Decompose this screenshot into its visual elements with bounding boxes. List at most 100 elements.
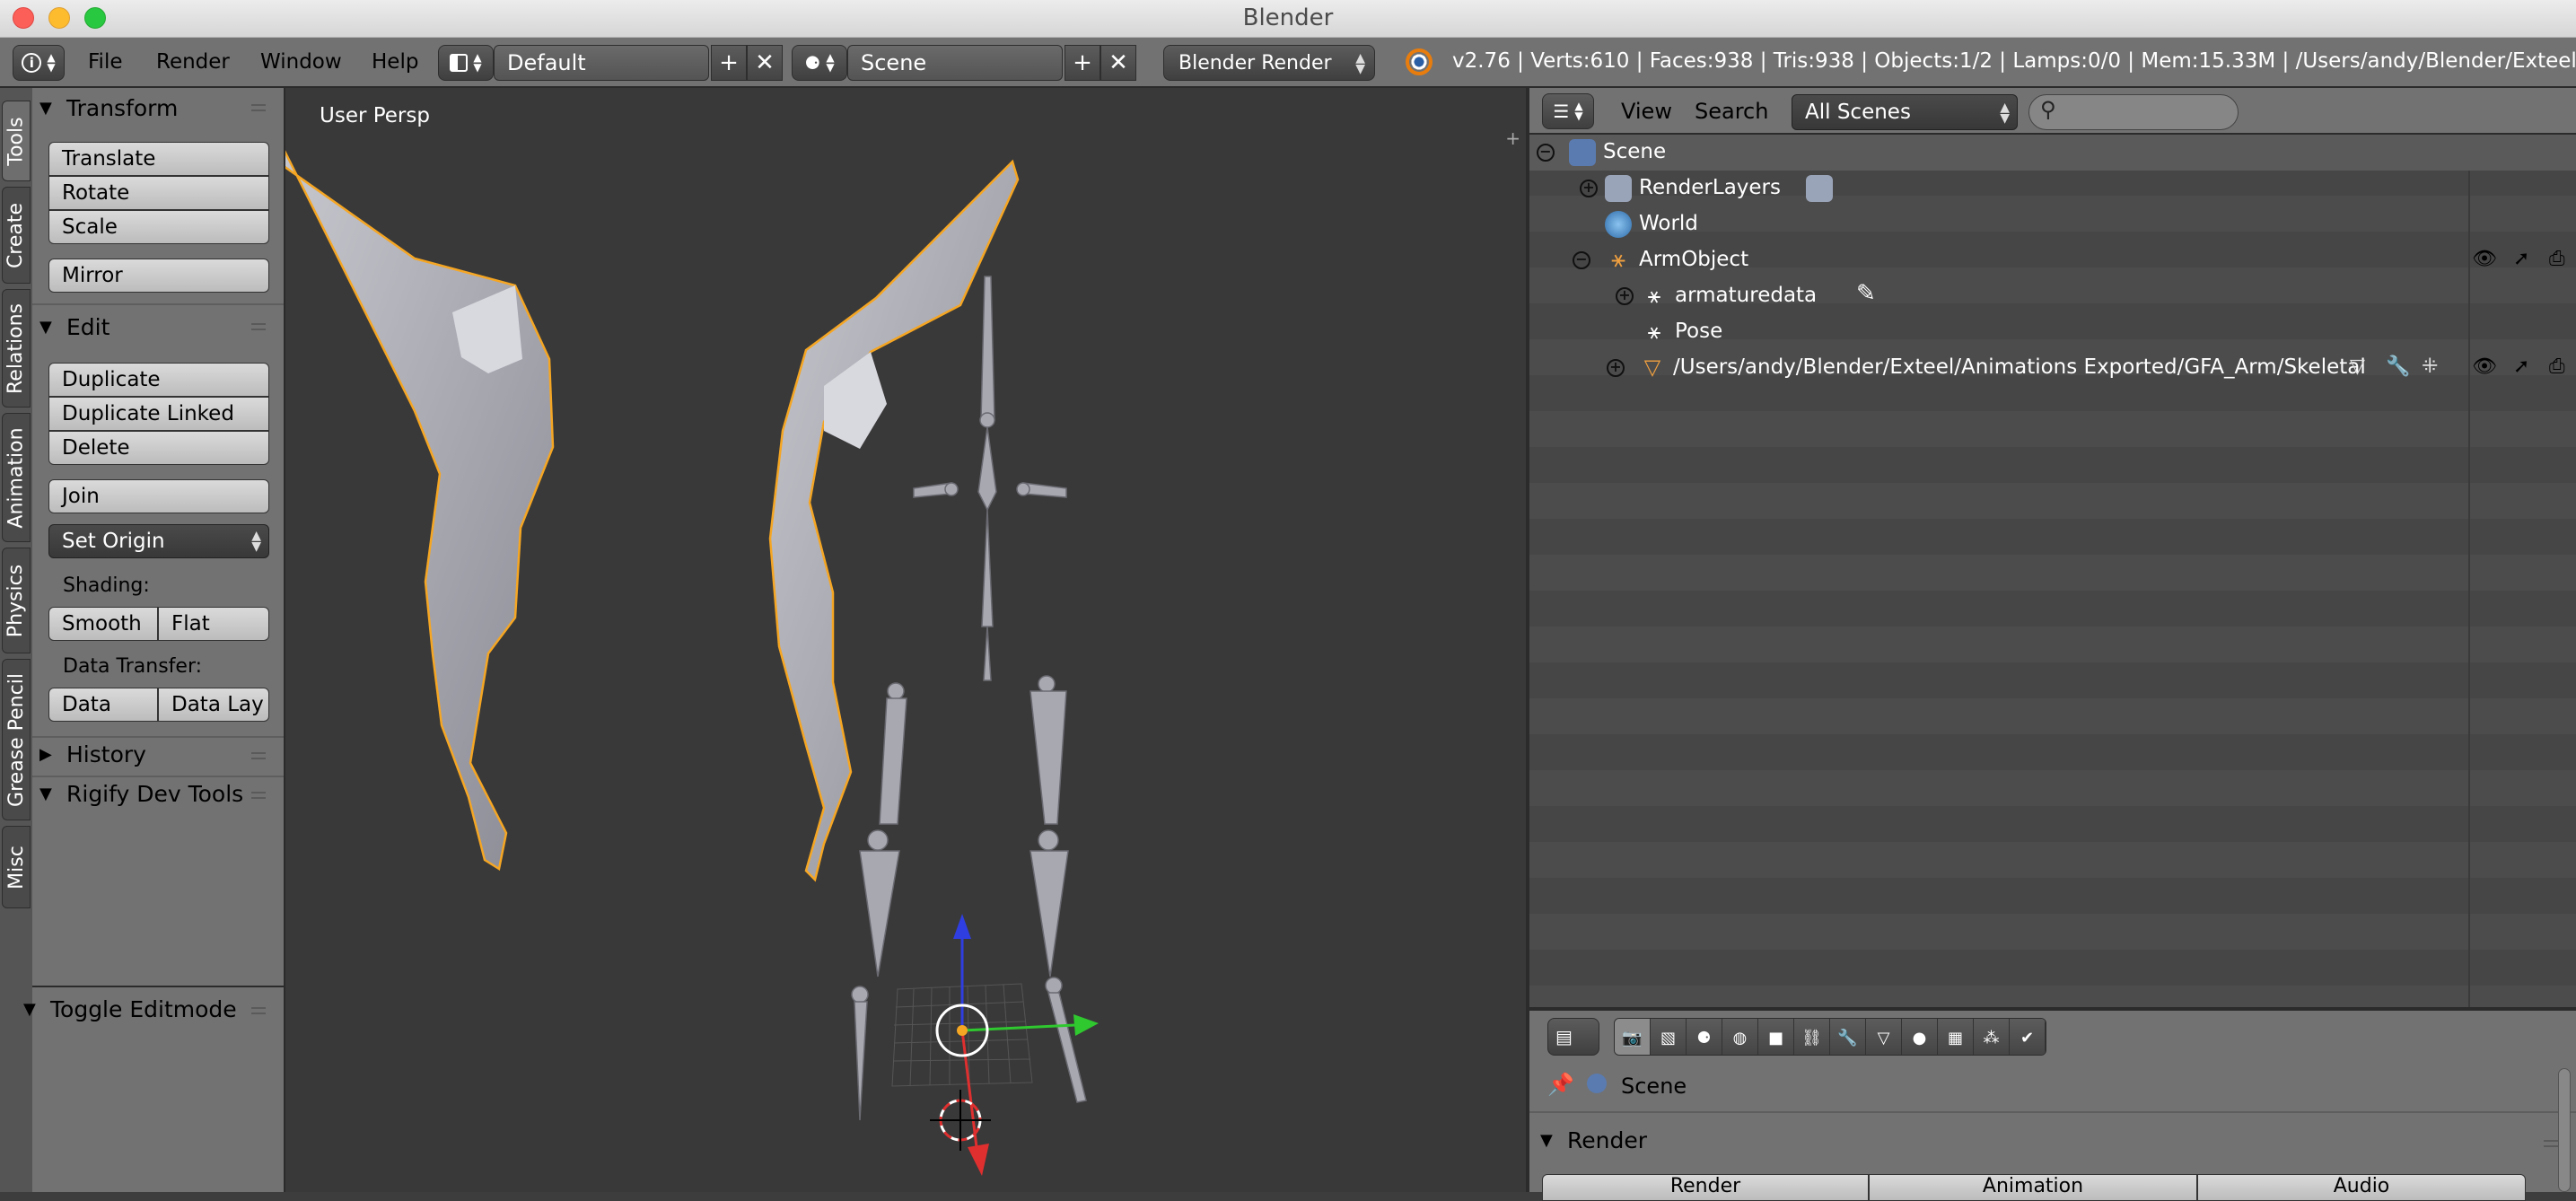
tab-relations[interactable]: Relations <box>2 289 31 408</box>
outliner-row-scene[interactable]: − Scene <box>1529 135 2576 171</box>
outliner-row-pose[interactable]: ⚹ Pose <box>1529 314 2576 350</box>
outliner-menu-view[interactable]: View <box>1621 99 1672 124</box>
tab-tools[interactable]: Tools <box>2 101 31 181</box>
drag-grip-icon[interactable] <box>251 1007 266 1014</box>
expand-icon[interactable]: + <box>1580 180 1598 197</box>
constraints-tab-icon[interactable]: ⛓ <box>1794 1019 1830 1055</box>
scene-tab-icon[interactable]: ⚈ <box>1687 1019 1722 1055</box>
wrench-icon[interactable]: 🔧 <box>2386 355 2410 378</box>
render-panel-header[interactable]: ▼ Render <box>1540 1127 1647 1153</box>
texture-tab-icon[interactable]: ▦ <box>1938 1019 1974 1055</box>
outliner-row-armaturedata[interactable]: + ⚹ armaturedata ✎ <box>1529 278 2576 314</box>
render-engine-dropdown[interactable]: Blender Render ▲ ▼ <box>1163 45 1375 81</box>
scene-menu-button[interactable]: ⚈ ▲ ▼ <box>792 45 847 81</box>
drag-grip-icon[interactable] <box>251 323 266 330</box>
join-button[interactable]: Join <box>48 479 269 513</box>
editor-type-properties-button[interactable]: ▤ <box>1547 1018 1599 1056</box>
delete-scene-icon[interactable]: ✕ <box>1100 45 1136 81</box>
flat-button[interactable]: Flat <box>158 607 269 641</box>
scale-button[interactable]: Scale <box>48 210 269 244</box>
vertex-groups-icon[interactable]: ⁜ <box>2422 355 2438 378</box>
collapse-icon[interactable]: − <box>1573 251 1590 269</box>
menu-help[interactable]: Help <box>372 50 418 74</box>
left-arm-mesh[interactable] <box>285 142 555 872</box>
screen-layout-menu-button[interactable]: ▲ ▼ <box>438 45 494 81</box>
menu-render[interactable]: Render <box>156 50 230 74</box>
physics-tab-icon[interactable]: ✔ <box>2010 1019 2046 1055</box>
collapse-icon[interactable]: − <box>1537 144 1555 162</box>
drag-grip-icon[interactable] <box>251 104 266 111</box>
menu-window[interactable]: Window <box>260 50 342 74</box>
expand-icon[interactable]: + <box>1607 359 1625 377</box>
data-tab-icon[interactable]: ▽ <box>1866 1019 1902 1055</box>
cursor-select-icon[interactable]: ➚ <box>2513 248 2529 270</box>
screen-layout-field[interactable]: Default <box>494 45 709 81</box>
data-layout-transfer-button[interactable]: Data Lay <box>158 688 269 722</box>
outliner-row-mesh-object[interactable]: + ▽ /Users/andy/Blender/Exteel/Animation… <box>1529 350 2576 386</box>
data-transfer-button[interactable]: Data <box>48 688 158 722</box>
drag-grip-icon[interactable] <box>2544 1140 2558 1147</box>
smooth-button[interactable]: Smooth <box>48 607 158 641</box>
delete-layout-icon[interactable]: ✕ <box>747 45 783 81</box>
outliner-row-world[interactable]: World <box>1529 206 2576 242</box>
eye-icon[interactable]: 👁 <box>2472 355 2497 378</box>
tab-animation[interactable]: Animation <box>2 413 31 542</box>
camera-render-icon[interactable]: ⎙ <box>2549 248 2565 270</box>
camera-render-icon[interactable]: ⎙ <box>2549 355 2565 378</box>
rigify-panel-header[interactable]: ▼ Rigify Dev Tools <box>39 781 243 807</box>
scene-field[interactable]: Scene <box>847 45 1063 81</box>
pin-icon[interactable]: 📌 <box>1547 1072 1574 1097</box>
duplicate-linked-button[interactable]: Duplicate Linked <box>48 397 269 431</box>
particles-tab-icon[interactable]: ⁂ <box>1974 1019 2010 1055</box>
drag-grip-icon[interactable] <box>251 792 266 799</box>
tab-create[interactable]: Create <box>2 187 31 284</box>
mesh-data-icon[interactable]: ▽ <box>2350 355 2365 378</box>
object-tab-icon[interactable]: ■ <box>1758 1019 1794 1055</box>
cursor-select-icon[interactable]: ➚ <box>2513 355 2529 378</box>
rotate-button[interactable]: Rotate <box>48 176 269 210</box>
duplicate-button[interactable]: Duplicate <box>48 363 269 397</box>
properties-scrollbar[interactable] <box>2558 1068 2571 1192</box>
outliner-row-armobject[interactable]: − ⚹ ArmObject 👁 ➚ ⎙ <box>1529 242 2576 278</box>
outliner-row-renderlayers[interactable]: + RenderLayers <box>1529 171 2576 206</box>
row-label: ArmObject <box>1639 248 1749 271</box>
tab-physics[interactable]: Physics <box>2 548 31 653</box>
bone-icon[interactable]: ✎ <box>1856 280 1876 307</box>
render-animation-button[interactable]: Animation <box>1869 1174 2197 1201</box>
mirror-button[interactable]: Mirror <box>48 259 269 293</box>
delete-button[interactable]: Delete <box>48 431 269 465</box>
search-icon: ⚲ <box>2040 97 2056 122</box>
outliner-menu-search[interactable]: Search <box>1695 99 1768 124</box>
menu-file[interactable]: File <box>88 50 123 74</box>
render-layers-tab-icon[interactable]: ▧ <box>1651 1019 1687 1055</box>
outliner-search-input[interactable]: ⚲ <box>2028 94 2239 130</box>
editor-type-info-button[interactable]: i ▲ ▼ <box>13 45 65 81</box>
modifiers-tab-icon[interactable]: 🔧 <box>1830 1019 1866 1055</box>
set-origin-dropdown[interactable]: Set Origin ▲ ▼ <box>48 524 269 558</box>
3d-viewport[interactable]: User Persp + <box>285 88 1526 1192</box>
add-scene-icon[interactable]: + <box>1065 45 1100 81</box>
world-tab-icon[interactable]: ◍ <box>1722 1019 1758 1055</box>
tab-misc[interactable]: Misc <box>2 826 31 908</box>
drag-grip-icon[interactable] <box>251 752 266 759</box>
edit-panel-header[interactable]: ▼ Edit <box>39 314 110 340</box>
render-audio-button[interactable]: Audio <box>2197 1174 2526 1201</box>
material-tab-icon[interactable]: ● <box>1902 1019 1938 1055</box>
expand-icon[interactable]: + <box>1616 287 1634 305</box>
3d-cursor[interactable] <box>930 1090 991 1151</box>
tab-grease-pencil[interactable]: Grease Pencil <box>2 659 31 820</box>
editor-type-outliner-button[interactable]: ☰ ▲ ▼ <box>1542 93 1594 129</box>
armature-bones[interactable] <box>851 276 1087 1121</box>
add-layout-icon[interactable]: + <box>711 45 747 81</box>
render-image-button[interactable]: Render <box>1542 1174 1869 1201</box>
eye-icon[interactable]: 👁 <box>2472 248 2497 270</box>
display-mode-value: All Scenes <box>1805 101 1911 124</box>
transform-panel-header[interactable]: ▼ Transform <box>39 95 178 121</box>
translate-button[interactable]: Translate <box>48 142 269 176</box>
toggle-editmode-header[interactable]: ▼ Toggle Editmode <box>23 996 237 1022</box>
history-panel-header[interactable]: ▶ History <box>39 741 146 767</box>
triangle-down-icon: ▼ <box>39 785 52 803</box>
display-mode-dropdown[interactable]: All Scenes ▲ ▼ <box>1792 94 2018 130</box>
render-layer-icon[interactable] <box>1806 175 1833 202</box>
render-tab-icon[interactable]: 📷 <box>1615 1019 1651 1055</box>
